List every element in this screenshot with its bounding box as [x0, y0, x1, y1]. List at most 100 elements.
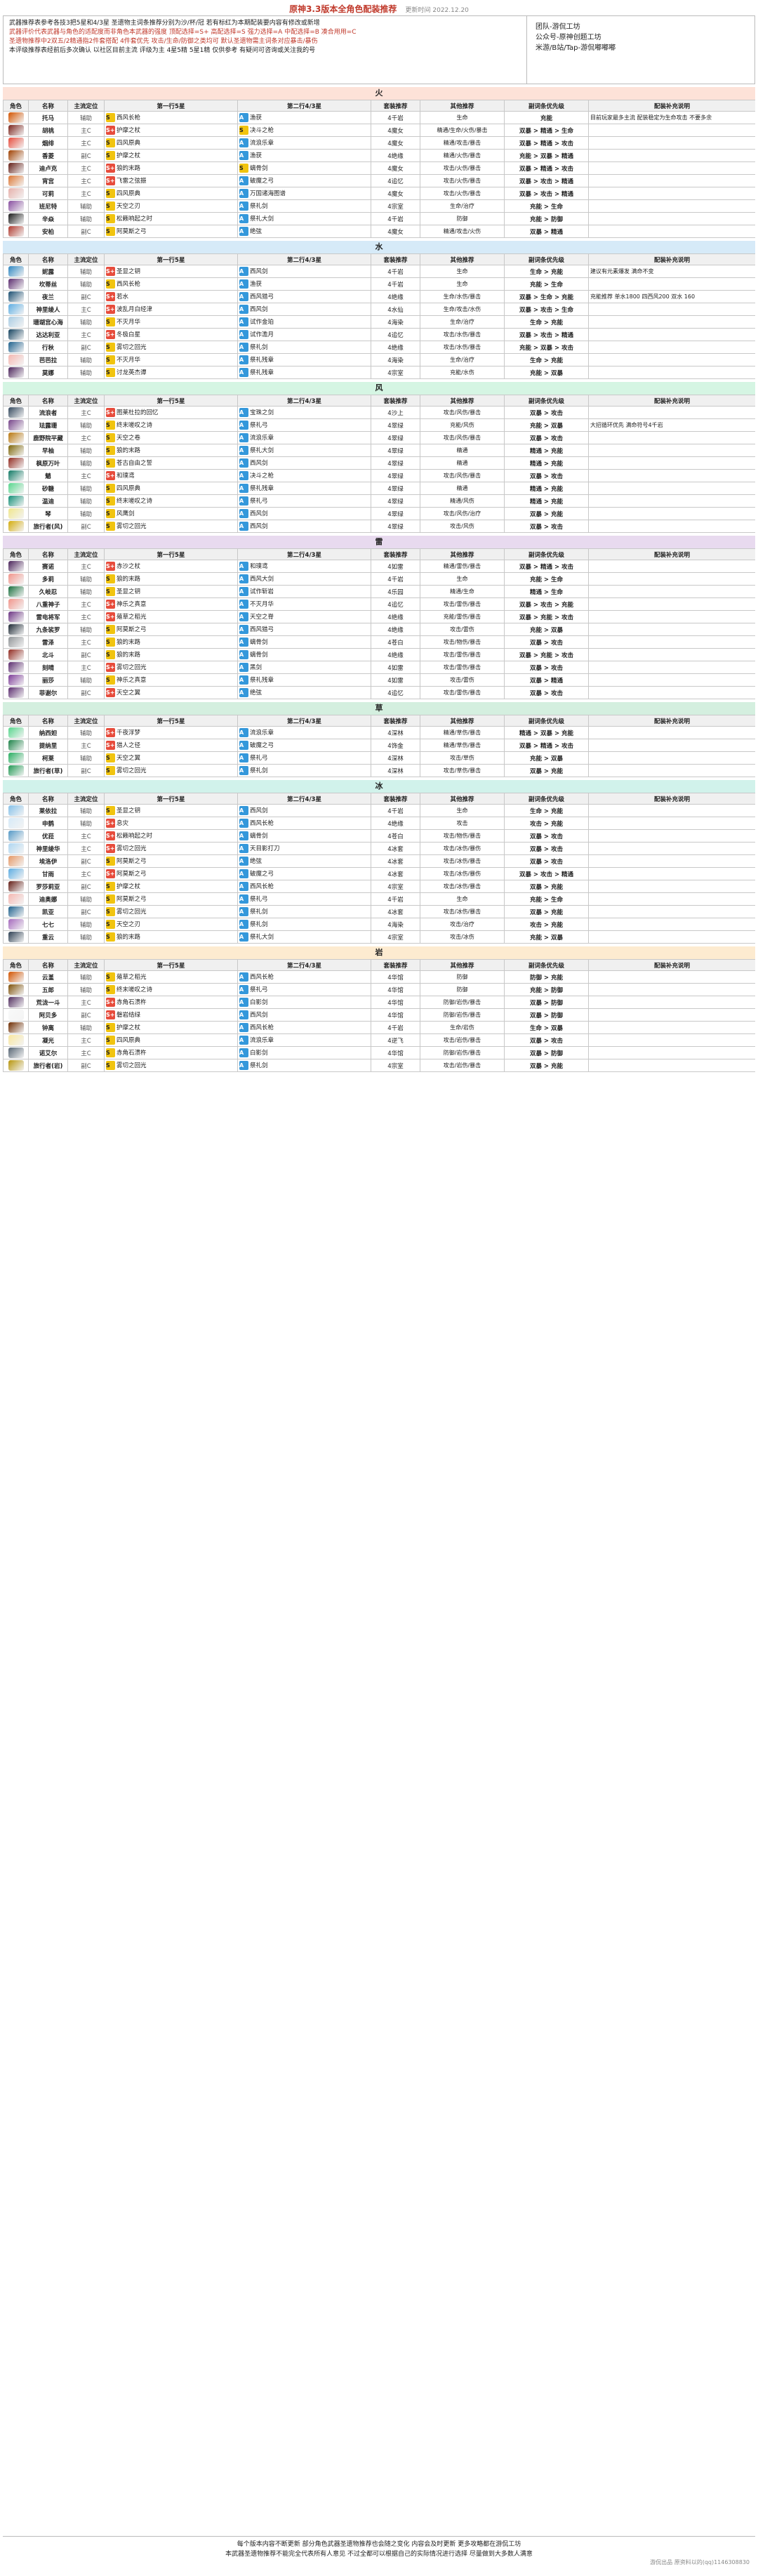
table-header-row: 角色 名称 主流定位 第一行5星 第二行4/3星 套装推荐 其他推荐 副词条优先级 配装补充说明 [3, 395, 755, 407]
weapon-5star-cell: S 薙草之稻光 [104, 970, 238, 984]
col-artifact-set: 套装推荐 [371, 715, 420, 727]
col-weapon-4star: 第二行4/3星 [237, 715, 371, 727]
col-name: 名称 [28, 100, 68, 112]
avatar [8, 856, 24, 866]
avatar [8, 687, 24, 698]
character-name: 旅行者(草) [28, 764, 68, 777]
substat-priority: 双暴 > 攻击 [504, 406, 589, 419]
artifact-set: 4千岩 [371, 1021, 420, 1034]
avatar [8, 612, 24, 622]
avatar-cell [3, 136, 29, 150]
col-role: 主流定位 [67, 793, 105, 805]
weapon-grade-badge: S+ [106, 330, 115, 339]
main-stats: 生命/治疗 [420, 315, 505, 329]
loadout-note [588, 1021, 755, 1034]
weapon-name: 流浪乐章 [250, 729, 274, 737]
avatar-cell [3, 996, 29, 1009]
avatar [8, 342, 24, 352]
avatar [8, 226, 24, 237]
weapon-grade-badge: S+ [106, 869, 115, 878]
artifact-set: 4宗室 [371, 1059, 420, 1072]
element-heading: 岩 [3, 946, 755, 959]
weapon-grade-badge: S [239, 164, 248, 173]
element-section: 火角色 名称 主流定位 第一行5星 第二行4/3星 套装推荐 其他推荐 副词条优先级 配装补充说… [3, 87, 755, 238]
weapon-name: 万国诸海图谱 [250, 190, 286, 197]
main-stats: 精通/草伤/暴击 [420, 726, 505, 739]
weapon-grade-badge: S [106, 857, 115, 866]
character-name: 辛焱 [28, 212, 68, 225]
col-artifact-set: 套装推荐 [371, 548, 420, 560]
weapon-4star-cell: A 西风剑 [237, 265, 371, 278]
title-text: 原神3.3版本全角色配装推荐 [289, 4, 397, 14]
character-role: 主C [67, 187, 105, 200]
weapon-name: 祭礼残章 [250, 485, 274, 492]
main-stats: 充能/雷伤/暴击 [420, 610, 505, 623]
character-name: 魈 [28, 469, 68, 482]
character-role: 副C [67, 905, 105, 918]
col-main-stats: 其他推荐 [420, 548, 505, 560]
weapon-5star-cell: S 狼的末路 [104, 635, 238, 649]
character-role: 辅助 [67, 726, 105, 739]
element-section: 草角色 名称 主流定位 第一行5星 第二行4/3星 套装推荐 其他推荐 副词条优先级 配装补充说… [3, 702, 755, 777]
weapon-grade-badge: A [239, 509, 248, 518]
weapon-4star-cell: A 西风猎弓 [237, 290, 371, 303]
character-role: 主C [67, 1033, 105, 1047]
artifact-set: 4宗室 [371, 880, 420, 893]
weapon-5star-cell: S+ 赤沙之杖 [104, 560, 238, 573]
character-name: 诺艾尔 [28, 1046, 68, 1059]
character-row: 辛焱 辅助 S 松籁响起之时 A 祭礼大剑 4千岩 防御 充能 > 防御 [3, 212, 755, 225]
artifact-set: 4冰套 [371, 842, 420, 855]
avatar-cell [3, 880, 29, 893]
weapon-grade-badge: S+ [106, 741, 115, 750]
character-row: 诺艾尔 主C S 赤角石溃杵 A 白影剑 4华馆 防御/岩伤/暴击 双暴 > 防御 [3, 1046, 755, 1059]
main-stats: 生命 [420, 111, 505, 124]
avatar [8, 1010, 24, 1020]
character-row: 凝光 主C S 四风原典 A 流浪乐章 4逆飞 攻击/岩伤/暴击 双暴 > 攻击 [3, 1033, 755, 1047]
avatar [8, 894, 24, 904]
credit-line: 米游/B站/Tap-游侃嘟嘟嘟 [536, 44, 616, 52]
weapon-5star-cell: S 苍古自由之誓 [104, 456, 238, 470]
loadout-note [588, 560, 755, 573]
character-row: 芭芭拉 辅助 S 不灭月华 A 祭礼残章 4海染 生命/治疗 生命 > 充能 [3, 353, 755, 366]
main-stats: 精通 [420, 456, 505, 470]
weapon-4star-cell: A 西风大剑 [237, 572, 371, 586]
substat-priority: 双暴 > 精通 > 攻击 [504, 560, 589, 573]
artifact-set: 4千岩 [371, 265, 420, 278]
loadout-note [588, 661, 755, 674]
avatar-cell [3, 560, 29, 573]
character-row: 早柚 辅助 S 狼的末路 A 祭礼大剑 4翠绿 精通 精通 > 充能 [3, 444, 755, 457]
weapon-5star-cell: S 阿莫斯之弓 [104, 225, 238, 238]
character-role: 主C [67, 829, 105, 843]
character-role: 辅助 [67, 482, 105, 495]
character-row: 迪奥娜 辅助 S 阿莫斯之弓 A 祭礼弓 4千岩 生命 充能 > 生命 [3, 892, 755, 906]
avatar [8, 675, 24, 685]
weapon-grade-badge: A [239, 1048, 248, 1057]
substat-priority: 充能 > 生命 [504, 277, 589, 291]
loadout-note [588, 353, 755, 366]
weapon-name: 息灾 [117, 820, 129, 827]
avatar-cell [3, 764, 29, 777]
weapon-name: 波乱月白经津 [117, 306, 153, 313]
weapon-grade-badge: S+ [106, 663, 115, 672]
col-main-stats: 其他推荐 [420, 100, 505, 112]
weapon-grade-badge: A [239, 932, 248, 942]
weapon-grade-badge: A [239, 305, 248, 314]
element-heading: 草 [3, 702, 755, 715]
weapon-grade-badge: A [239, 574, 248, 583]
character-row: 魈主C S+ 和璞鸢 A 决斗之枪 4翠绿 攻击/风伤/暴击 双暴 > 攻击 [3, 469, 755, 482]
artifact-set: 4绝缘 [371, 623, 420, 636]
col-weapon-4star: 第二行4/3星 [237, 395, 371, 407]
weapon-5star-cell: S 风鹰剑 [104, 507, 238, 520]
weapon-name: 祭礼剑 [250, 1062, 268, 1069]
avatar-cell [3, 315, 29, 329]
character-role: 副C [67, 149, 105, 162]
weapon-name: 西风猎弓 [250, 293, 274, 300]
weapon-4star-cell: A 西风剑 [237, 507, 371, 520]
weapon-name: 磐岩结绿 [117, 1012, 141, 1019]
weapon-name: 冬极白星 [117, 331, 141, 338]
main-stats: 攻击/雷伤 [420, 673, 505, 687]
weapon-name: 西风剑 [250, 268, 268, 275]
avatar-cell [3, 124, 29, 137]
avatar-cell [3, 1033, 29, 1047]
col-substat-priority: 副词条优先级 [504, 548, 589, 560]
